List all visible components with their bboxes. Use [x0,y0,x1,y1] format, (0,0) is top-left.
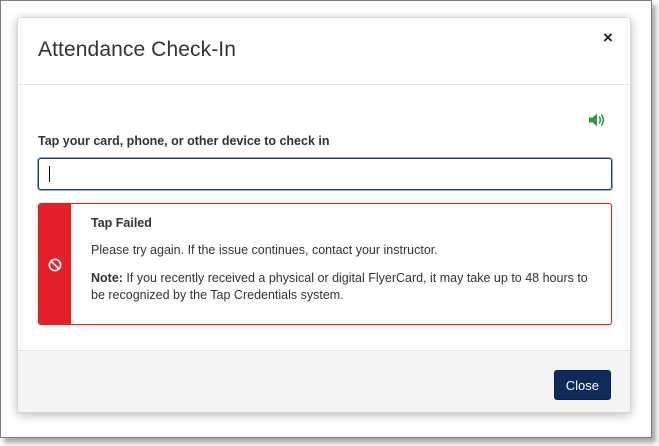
close-icon[interactable]: × [600,29,616,46]
dialog-footer: Close [18,350,630,412]
alert-note: Note: If you recently received a physica… [91,270,595,304]
tap-field-label: Tap your card, phone, or other device to… [38,134,330,148]
attendance-dialog: Attendance Check-In × Tap your card, pho… [17,17,631,413]
alert-body: Tap Failed Please try again. If the issu… [91,215,595,304]
note-label: Note: [91,271,123,285]
speaker-icon[interactable] [588,112,606,128]
dialog-title: Attendance Check-In [38,38,237,61]
screenshot-frame: Attendance Check-In × Tap your card, pho… [0,0,652,438]
text-caret [49,166,50,182]
close-button[interactable]: Close [553,370,611,400]
alert-title: Tap Failed [91,216,152,230]
alert-accent-bar [39,204,71,324]
alert-message: Please try again. If the issue continues… [91,243,438,257]
blocked-icon [48,258,62,272]
dialog-header: Attendance Check-In × [18,18,630,85]
note-text: If you recently received a physical or d… [91,271,588,302]
tap-failed-alert: Tap Failed Please try again. If the issu… [38,203,612,325]
tap-input[interactable] [38,158,612,190]
